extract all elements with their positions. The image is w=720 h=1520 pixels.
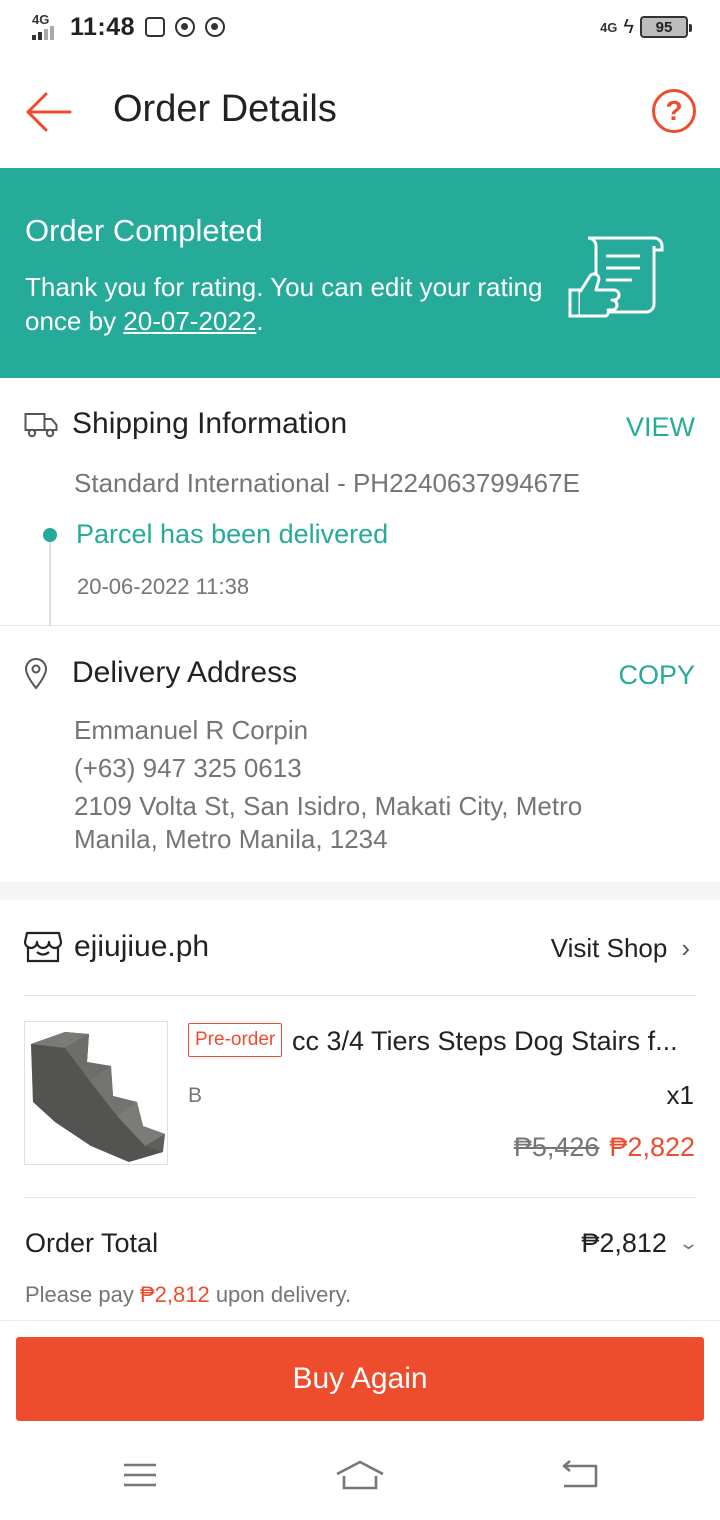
back-icon[interactable] [558, 1458, 602, 1492]
section-divider [0, 882, 720, 900]
bottom-action-bar: Buy Again [0, 1320, 720, 1430]
order-status-banner: Order Completed Thank you for rating. Yo… [0, 168, 720, 378]
recipient-name: Emmanuel R Corpin [74, 715, 309, 745]
product-quantity: x1 [666, 1080, 694, 1110]
gallery-icon [145, 17, 166, 37]
order-total-amount: ₱2,812 [581, 1228, 667, 1258]
back-arrow-icon[interactable] [24, 88, 72, 136]
shop-section: ejiujiue.ph Visit Shop › Pre-order cc 3/… [0, 900, 720, 1320]
shop-icon [24, 931, 62, 963]
address-line-2: Manila, Metro Manila, 1234 [74, 824, 388, 854]
network-type-left: 4G [32, 12, 50, 27]
tracking-timestamp: 20-06-2022 11:38 [77, 574, 250, 599]
help-icon[interactable]: ? [652, 89, 696, 133]
dog-stairs-image [25, 1022, 167, 1164]
menu-icon[interactable] [118, 1458, 162, 1492]
battery-level: 95 [655, 18, 673, 36]
discounted-price: ₱2,822 [609, 1132, 695, 1162]
payment-amount: ₱2,812 [139, 1282, 210, 1307]
chrome-icon [175, 17, 196, 37]
address-line-1: 2109 Volta St, San Isidro, Makati City, … [74, 791, 583, 821]
tracking-status: Parcel has been delivered [76, 519, 389, 549]
rating-note: Thank you for rating. You can edit your … [25, 272, 543, 336]
status-left: 4G 11:48 [30, 12, 226, 42]
delivery-address-section: Delivery Address COPY Emmanuel R Corpin … [0, 626, 720, 882]
delivery-address-title: Delivery Address [72, 656, 298, 689]
visit-shop-label: Visit Shop [550, 933, 668, 963]
preorder-badge: Pre-order [188, 1023, 283, 1057]
view-shipping-button[interactable]: VIEW [626, 412, 695, 443]
battery-icon: 95 [640, 16, 692, 38]
product-name[interactable]: cc 3/4 Tiers Steps Dog Stairs f... [292, 1026, 696, 1057]
buy-again-button[interactable]: Buy Again [16, 1337, 704, 1421]
carrier-tracking-number: Standard International - PH224063799467E [74, 468, 580, 498]
divider [24, 995, 696, 996]
timeline-dot [43, 528, 57, 542]
signal-icon: 4G [30, 12, 60, 42]
recipient-phone: (+63) 947 325 0613 [74, 753, 302, 783]
chevron-right-icon: › [681, 933, 690, 963]
payment-note: Please pay ₱2,812 upon delivery. [25, 1282, 352, 1307]
divider [24, 1197, 696, 1198]
product-variant: B [188, 1084, 203, 1107]
chrome-icon [205, 17, 226, 37]
rating-deadline: 20-07-2022 [123, 306, 257, 336]
original-price: ₱5,426 [513, 1132, 600, 1162]
status-right: 4G ϟ 95 [600, 16, 692, 38]
product-prices: ₱5,426 ₱2,822 [514, 1132, 695, 1163]
shipping-information-section: Shipping Information VIEW Standard Inter… [0, 378, 720, 626]
truck-icon [24, 413, 58, 438]
visit-shop-button[interactable]: Visit Shop › [551, 933, 690, 964]
home-icon[interactable] [334, 1458, 386, 1492]
timeline-line [49, 534, 51, 626]
app-header: Order Details ? [0, 56, 720, 168]
network-type-right: 4G [600, 19, 618, 35]
shop-name[interactable]: ejiujiue.ph [74, 930, 209, 964]
status-bar: 4G 11:48 4G ϟ 95 [0, 0, 720, 56]
page-title: Order Details [113, 88, 337, 130]
system-navigation-bar [0, 1430, 720, 1520]
charging-icon: ϟ [623, 16, 634, 38]
order-total-label: Order Total [25, 1228, 159, 1258]
product-image[interactable] [24, 1021, 168, 1165]
copy-address-button[interactable]: COPY [618, 660, 695, 691]
shipping-information-title: Shipping Information [72, 407, 348, 440]
receipt-thumbs-up-icon [568, 236, 664, 318]
clock: 11:48 [70, 12, 136, 41]
order-status-title: Order Completed [25, 213, 263, 248]
chevron-down-icon: ⌄ [677, 1233, 700, 1253]
order-total-toggle[interactable]: ₱2,812 ⌄ [581, 1228, 700, 1259]
location-pin-icon [24, 658, 48, 690]
